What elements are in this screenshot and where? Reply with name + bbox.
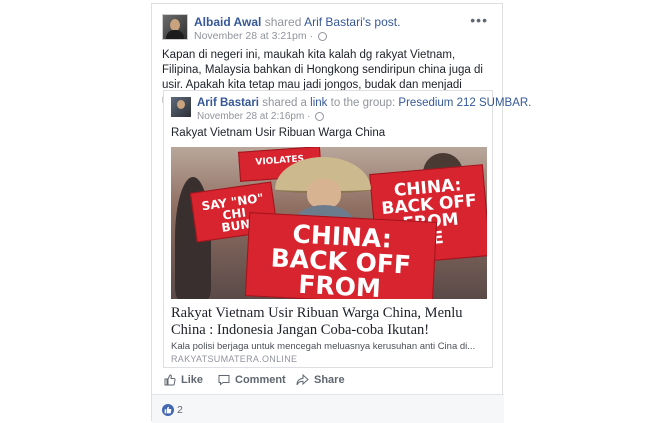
shared-header-line: Arif Bastari shared a link to the group:… <box>197 97 531 109</box>
group-link[interactable]: Presedium 212 SUMBAR. <box>398 97 531 109</box>
shared-globe-icon <box>315 111 325 121</box>
author-name-link[interactable]: Albaid Awal <box>194 15 261 29</box>
source-post-link[interactable]: 's post. <box>363 15 401 29</box>
feed-post-card: Albaid Awal shared Arif Bastari's post. … <box>151 3 531 423</box>
share-button[interactable]: Share <box>296 374 345 386</box>
globe-icon <box>318 31 327 41</box>
shared-avatar-face <box>177 100 185 109</box>
comment-icon <box>218 375 230 386</box>
shared-link-word[interactable]: link <box>310 97 327 109</box>
link-preview-title[interactable]: Rakyat Vietnam Usir Ribuan Warga China, … <box>171 305 487 339</box>
thumbs-up-icon <box>164 374 176 386</box>
shared-timestamp[interactable]: November 28 at 2:16pm <box>197 111 304 122</box>
page-background-right <box>520 0 670 421</box>
post-header: Albaid Awal shared Arif Bastari's post. … <box>162 12 492 50</box>
avatar-body <box>166 30 184 39</box>
share-action-text: shared <box>264 15 302 29</box>
shared-timestamp-separator: · <box>307 111 311 122</box>
shared-post-box[interactable]: Arif Bastari shared a link to the group:… <box>163 90 531 368</box>
like-reaction-icon <box>162 404 174 416</box>
timestamp-separator: · <box>309 30 314 42</box>
like-button[interactable]: Like <box>164 374 203 386</box>
shared-author-link[interactable]: Arif Bastari <box>197 97 259 109</box>
post-timestamp[interactable]: November 28 at 3:21pm <box>194 30 307 42</box>
like-label: Like <box>181 374 204 386</box>
share-arrow-icon <box>296 374 309 386</box>
shared-middle-text: to the group: <box>330 97 396 109</box>
post-header-line: Albaid Awal shared Arif Bastari's post. <box>194 15 400 29</box>
protest-sign-main: CHINA: BACK OFF FROM <box>244 212 438 299</box>
shared-post-header: Arif Bastari shared a link to the group:… <box>171 97 531 123</box>
link-preview-image[interactable]: VIOLATES SAY "NO" CHI BUN CHINA: BACK OF… <box>171 147 487 299</box>
shared-action-text: shared a <box>262 97 307 109</box>
post-actions-bar: Like Comment Share <box>162 374 492 392</box>
shared-author-avatar[interactable] <box>171 97 191 117</box>
shared-post-text: Rakyat Vietnam Usir Ribuan Warga China <box>171 127 386 139</box>
share-label: Share <box>314 374 345 386</box>
author-avatar[interactable] <box>162 14 188 40</box>
link-preview-domain: RAKYATSUMATERA.ONLINE <box>171 354 298 364</box>
shared-timestamp-row: November 28 at 2:16pm · <box>197 111 325 122</box>
source-author-link[interactable]: Arif Bastari <box>304 15 363 29</box>
page-background-left <box>0 0 150 421</box>
more-options-button[interactable]: ••• <box>470 12 488 28</box>
comment-button[interactable]: Comment <box>218 374 286 386</box>
link-preview-description: Kala polisi berjaga untuk mencegah melua… <box>171 341 476 352</box>
reactions-bar[interactable]: 2 <box>152 394 504 423</box>
reaction-count[interactable]: 2 <box>177 404 183 416</box>
post-timestamp-row: November 28 at 3:21pm · <box>194 30 327 42</box>
comment-label: Comment <box>235 374 286 386</box>
